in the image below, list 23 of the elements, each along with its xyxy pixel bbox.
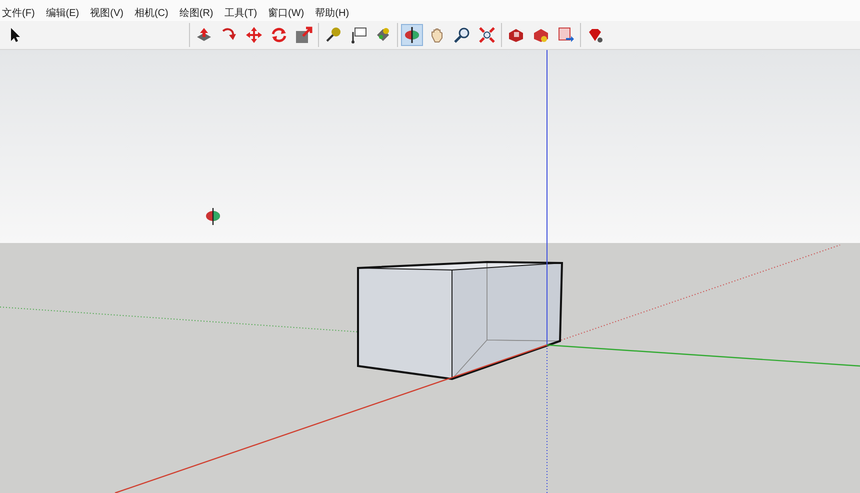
rotate-arrows-icon bbox=[270, 26, 288, 44]
tape-measure-icon bbox=[324, 26, 342, 44]
scale-icon bbox=[295, 26, 313, 44]
text-label-icon bbox=[349, 26, 367, 44]
orbit-icon bbox=[403, 26, 421, 44]
move-arrows-icon bbox=[245, 26, 263, 44]
menu-item[interactable]: 编辑(E) bbox=[46, 9, 80, 19]
export-icon bbox=[557, 26, 575, 44]
push-pull-icon bbox=[195, 26, 213, 44]
menu-item[interactable]: 绘图(R) bbox=[179, 9, 214, 19]
toolbar-button[interactable] bbox=[401, 24, 423, 46]
menu-item[interactable]: 相机(C) bbox=[134, 9, 168, 19]
menu-item[interactable]: 窗口(W) bbox=[268, 9, 304, 19]
menu-item[interactable]: 帮助(H) bbox=[315, 9, 350, 19]
menu-item[interactable]: 文件(F) bbox=[2, 9, 35, 19]
ruby-gem-icon bbox=[586, 26, 604, 44]
orbit-cursor-icon bbox=[206, 208, 220, 225]
menu-item[interactable]: 工具(T) bbox=[224, 9, 258, 19]
menu-item[interactable]: 视图(V) bbox=[90, 9, 124, 19]
component-box-icon bbox=[532, 26, 550, 44]
zoom-extents-icon bbox=[478, 26, 496, 44]
magnifier-icon bbox=[453, 26, 471, 44]
component-icon bbox=[507, 26, 525, 44]
